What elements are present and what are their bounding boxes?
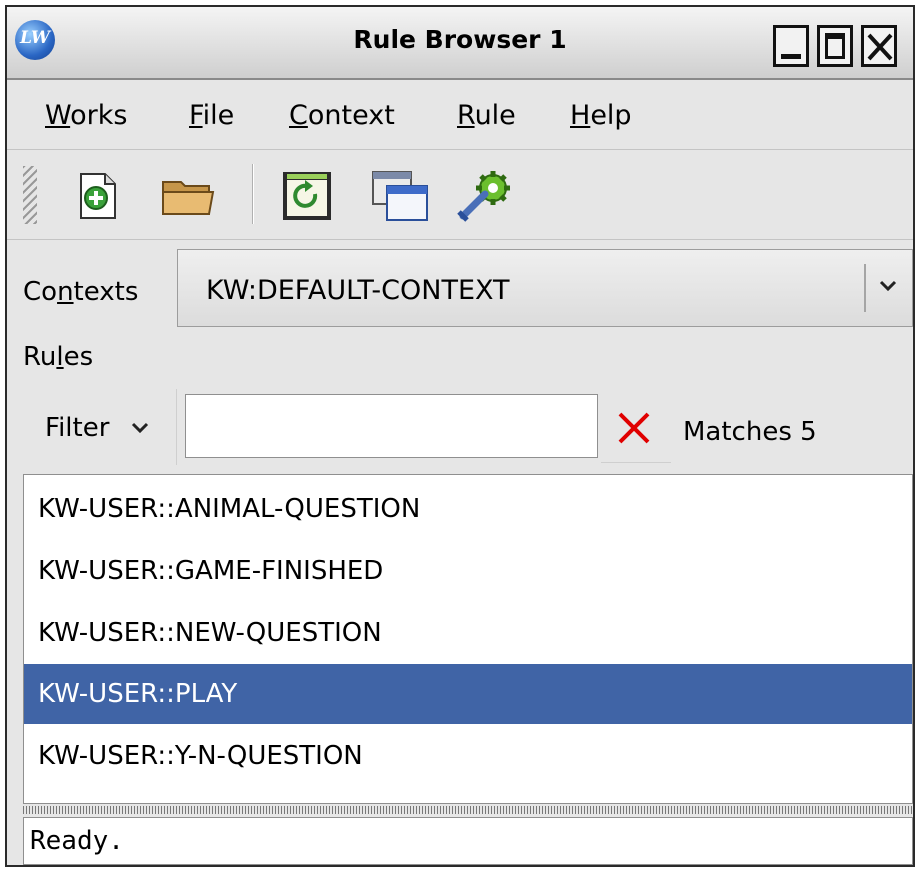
list-item[interactable]: KW-USER::GAME-FINISHED — [24, 541, 912, 601]
close-button[interactable] — [861, 25, 897, 67]
rule-browser-window: LW Rule Browser 1 Works File Context Rul… — [5, 5, 915, 867]
close-icon — [867, 33, 893, 61]
menu-file[interactable]: File — [189, 100, 234, 131]
new-rule-button[interactable] — [69, 168, 125, 224]
settings-icon — [457, 171, 510, 222]
rules-list[interactable]: KW-USER::ANIMAL-QUESTION KW-USER::GAME-F… — [23, 474, 913, 804]
open-folder-button[interactable] — [159, 168, 215, 224]
filter-menu-button[interactable]: Filter — [23, 389, 177, 465]
new-rule-icon — [80, 173, 116, 219]
contexts-dropdown[interactable]: KW:DEFAULT-CONTEXT — [177, 249, 913, 327]
maximize-button[interactable] — [817, 25, 853, 67]
refresh-icon — [283, 172, 331, 220]
dropdown-separator — [864, 264, 866, 312]
close-icon — [618, 412, 650, 444]
windows-icon — [372, 171, 428, 221]
filter-label: Filter — [45, 413, 110, 443]
list-item[interactable]: KW-USER::ANIMAL-QUESTION — [24, 479, 912, 539]
contexts-label: Contexts — [23, 277, 139, 307]
list-item[interactable]: KW-USER::NEW-QUESTION — [24, 603, 912, 663]
menu-help[interactable]: Help — [570, 100, 632, 131]
menu-works[interactable]: Works — [45, 100, 127, 131]
chevron-down-icon — [131, 422, 149, 434]
settings-button[interactable] — [455, 168, 511, 224]
toolbar-grip[interactable] — [23, 166, 37, 224]
list-item-selected[interactable]: KW-USER::PLAY — [24, 664, 912, 724]
list-item[interactable]: KW-USER::Y-N-QUESTION — [24, 726, 912, 786]
status-bar: Ready. — [23, 817, 913, 865]
minimize-button[interactable] — [773, 25, 809, 67]
title-bar[interactable]: LW Rule Browser 1 — [7, 7, 913, 80]
toolbar — [7, 150, 913, 240]
filter-input[interactable] — [185, 394, 598, 458]
contexts-selected-value: KW:DEFAULT-CONTEXT — [206, 275, 510, 306]
chevron-down-icon — [879, 280, 897, 292]
pane-splitter[interactable] — [23, 806, 913, 814]
menu-context[interactable]: Context — [289, 100, 395, 131]
clear-filter-button[interactable] — [601, 393, 671, 463]
matches-count: Matches 5 — [683, 417, 817, 447]
rules-label: Rules — [23, 342, 94, 372]
refresh-button[interactable] — [279, 168, 335, 224]
windows-button[interactable] — [369, 168, 428, 224]
menu-rule[interactable]: Rule — [457, 100, 516, 131]
open-folder-icon — [162, 181, 215, 215]
menu-bar: Works File Context Rule Help — [7, 80, 913, 150]
toolbar-separator — [252, 164, 254, 224]
